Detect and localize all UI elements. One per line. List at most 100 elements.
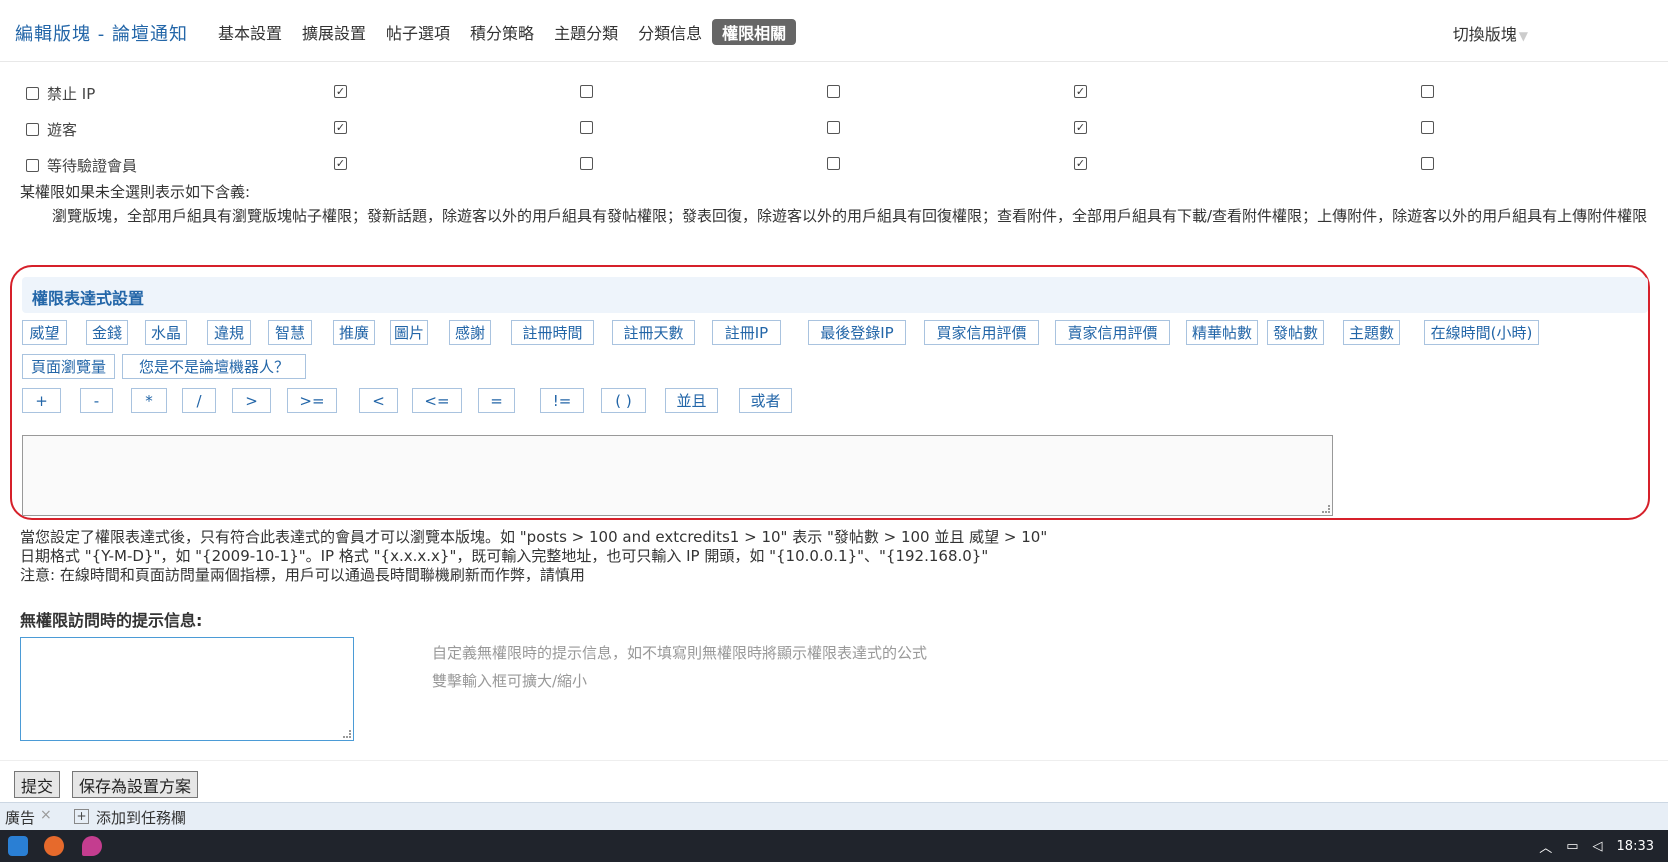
resize-grip-icon[interactable] bbox=[1322, 505, 1330, 513]
expression-token-button[interactable]: < bbox=[359, 388, 398, 413]
permission-checkbox[interactable] bbox=[1421, 157, 1434, 170]
help-line-1: 當您設定了權限表達式後，只有符合此表達式的會員才可以瀏覽本版塊。如 "posts… bbox=[20, 528, 1048, 546]
tab-extended[interactable]: 擴展設置 bbox=[292, 19, 376, 45]
permission-checkbox[interactable] bbox=[580, 85, 593, 98]
page-title: 編輯版塊 - 論壇通知 bbox=[15, 24, 188, 45]
expression-token-button[interactable]: ( ) bbox=[601, 388, 646, 413]
expression-token-button[interactable]: 並且 bbox=[665, 388, 718, 413]
row-select[interactable]: 遊客 bbox=[26, 119, 77, 140]
row-select[interactable]: 等待驗證會員 bbox=[26, 155, 137, 176]
expression-token-button[interactable]: != bbox=[540, 388, 584, 413]
switch-forum-label: 切換版塊 bbox=[1452, 25, 1517, 44]
clock[interactable]: 18:33 bbox=[1617, 839, 1654, 854]
ad-bar: 廣告 × + 添加到任務欄 bbox=[0, 802, 1668, 830]
system-tray: ︿ ▭ ◁ 18:33 bbox=[1539, 830, 1668, 862]
expression-token-button[interactable]: 在線時間(小時) bbox=[1424, 320, 1539, 345]
permission-checkbox[interactable] bbox=[580, 121, 593, 134]
expression-token-button[interactable]: 頁面瀏覽量 bbox=[22, 354, 115, 379]
expression-title: 權限表達式設置 bbox=[32, 289, 145, 308]
expression-token-button[interactable]: 您是不是論壇機器人？ bbox=[122, 354, 306, 379]
permission-checkbox[interactable]: ✓ bbox=[1074, 121, 1087, 134]
expression-token-button[interactable]: 買家信用評價 bbox=[924, 320, 1039, 345]
expression-token-button[interactable]: 推廣 bbox=[333, 320, 375, 345]
expression-token-button[interactable]: 主題數 bbox=[1343, 320, 1400, 345]
tab-thread-types[interactable]: 主題分類 bbox=[544, 19, 628, 45]
permission-checkbox[interactable]: ✓ bbox=[334, 85, 347, 98]
top-nav: 編輯版塊 - 論壇通知 基本設置 擴展設置 帖子選項 積分策略 主題分類 分類信… bbox=[0, 0, 1668, 62]
ad-label: 廣告 bbox=[5, 809, 36, 827]
firefox-icon[interactable] bbox=[44, 836, 64, 856]
help-line-3: 注意: 在線時間和頁面訪問量兩個指標，用戶可以通過長時間聯機刷新而作弊，請慎用 bbox=[20, 566, 585, 584]
tray-chevron-icon[interactable]: ︿ bbox=[1539, 837, 1552, 856]
expression-token-button[interactable]: * bbox=[131, 388, 167, 413]
permission-checkbox[interactable] bbox=[827, 85, 840, 98]
tab-permissions[interactable]: 權限相關 bbox=[712, 19, 797, 45]
resize-grip-icon[interactable] bbox=[343, 730, 351, 738]
row-checkbox[interactable] bbox=[26, 123, 39, 136]
permission-checkbox[interactable]: ✓ bbox=[1074, 157, 1087, 170]
permission-checkbox[interactable]: ✓ bbox=[334, 157, 347, 170]
row-label: 禁止 IP bbox=[47, 85, 96, 103]
expression-token-button[interactable]: 金錢 bbox=[86, 320, 128, 345]
tab-bar: 基本設置 擴展設置 帖子選項 積分策略 主題分類 分類信息 權限相關 bbox=[208, 19, 797, 45]
tab-category-info[interactable]: 分類信息 bbox=[628, 19, 712, 45]
mail-icon[interactable] bbox=[8, 836, 28, 856]
expression-token-button[interactable]: 賣家信用評價 bbox=[1055, 320, 1170, 345]
permission-checkbox[interactable]: ✓ bbox=[334, 121, 347, 134]
expression-token-button[interactable]: 水晶 bbox=[145, 320, 187, 345]
add-to-taskbar-link[interactable]: 添加到任務欄 bbox=[96, 807, 186, 828]
expression-header: 權限表達式設置 bbox=[22, 277, 1648, 313]
expression-token-button[interactable]: 違規 bbox=[207, 320, 251, 345]
expression-token-button[interactable]: > bbox=[232, 388, 271, 413]
submit-button[interactable]: 提交 bbox=[14, 771, 61, 798]
row-select[interactable]: 禁止 IP bbox=[26, 83, 95, 104]
permission-expression-panel: 權限表達式設置 威望 金錢 水晶 違規 智慧 推廣 圖片 感謝 註冊時間 註冊天數 註冊IP 最後登錄… bbox=[10, 265, 1650, 520]
expression-token-button[interactable]: 威望 bbox=[22, 320, 67, 345]
save-scheme-button[interactable]: 保存為設置方案 bbox=[72, 771, 199, 798]
permission-checkbox[interactable] bbox=[1421, 85, 1434, 98]
row-checkbox[interactable] bbox=[26, 87, 39, 100]
permission-note-body: 瀏覽版塊，全部用戶組具有瀏覽版塊帖子權限；發新話題，除遊客以外的用戶組具有發帖權… bbox=[52, 207, 1648, 225]
no-permission-label: 無權限訪問時的提示信息: bbox=[20, 611, 203, 630]
expression-token-button[interactable]: 註冊IP bbox=[712, 320, 781, 345]
permission-checkbox[interactable] bbox=[580, 157, 593, 170]
permission-checkbox[interactable]: ✓ bbox=[1074, 85, 1087, 98]
permission-row: 禁止 IP ✓ ✓ bbox=[0, 83, 1668, 113]
expression-token-button[interactable]: - bbox=[80, 388, 113, 413]
expression-token-button[interactable]: 精華帖數 bbox=[1186, 320, 1258, 345]
plus-icon[interactable]: + bbox=[74, 809, 89, 824]
no-permission-message-input[interactable] bbox=[20, 637, 354, 741]
switch-forum-button[interactable]: 切換版塊 ▼ bbox=[1453, 21, 1528, 45]
permission-row: 等待驗證會員 ✓ ✓ bbox=[0, 155, 1668, 185]
expression-textarea[interactable] bbox=[22, 435, 1333, 516]
app-icon[interactable] bbox=[82, 836, 102, 856]
expression-token-button[interactable]: 或者 bbox=[739, 388, 792, 413]
tab-credit-policy[interactable]: 積分策略 bbox=[460, 19, 544, 45]
expression-token-button[interactable]: 最後登錄IP bbox=[808, 320, 906, 345]
expression-token-button[interactable]: + bbox=[22, 388, 61, 413]
tab-post-options[interactable]: 帖子選項 bbox=[376, 19, 460, 45]
expression-token-button[interactable]: / bbox=[182, 388, 216, 413]
volume-icon[interactable]: ◁ bbox=[1593, 839, 1603, 854]
permission-checkbox[interactable] bbox=[827, 121, 840, 134]
expression-token-button[interactable]: = bbox=[478, 388, 515, 413]
expression-token-button[interactable]: 註冊天數 bbox=[612, 320, 695, 345]
permission-row: 遊客 ✓ ✓ bbox=[0, 119, 1668, 149]
help-line-2: 日期格式 "{Y-M-D}"，如 "{2009-10-1}"。IP 格式 "{x… bbox=[20, 547, 989, 565]
expression-token-button[interactable]: 圖片 bbox=[390, 320, 428, 345]
network-icon[interactable]: ▭ bbox=[1566, 839, 1578, 854]
expression-token-button[interactable]: <= bbox=[412, 388, 462, 413]
row-checkbox[interactable] bbox=[26, 159, 39, 172]
chevron-down-icon: ▼ bbox=[1518, 29, 1528, 43]
permission-checkbox[interactable] bbox=[1421, 121, 1434, 134]
close-icon[interactable]: × bbox=[40, 807, 52, 823]
divider bbox=[0, 760, 1668, 761]
expression-token-button[interactable]: 智慧 bbox=[268, 320, 312, 345]
expression-token-button[interactable]: >= bbox=[287, 388, 337, 413]
tab-basic[interactable]: 基本設置 bbox=[208, 19, 292, 45]
expression-token-button[interactable]: 發帖數 bbox=[1267, 320, 1324, 345]
expression-token-button[interactable]: 感謝 bbox=[449, 320, 491, 345]
os-taskbar: ︿ ▭ ◁ 18:33 bbox=[0, 830, 1668, 862]
expression-token-button[interactable]: 註冊時間 bbox=[511, 320, 594, 345]
permission-checkbox[interactable] bbox=[827, 157, 840, 170]
